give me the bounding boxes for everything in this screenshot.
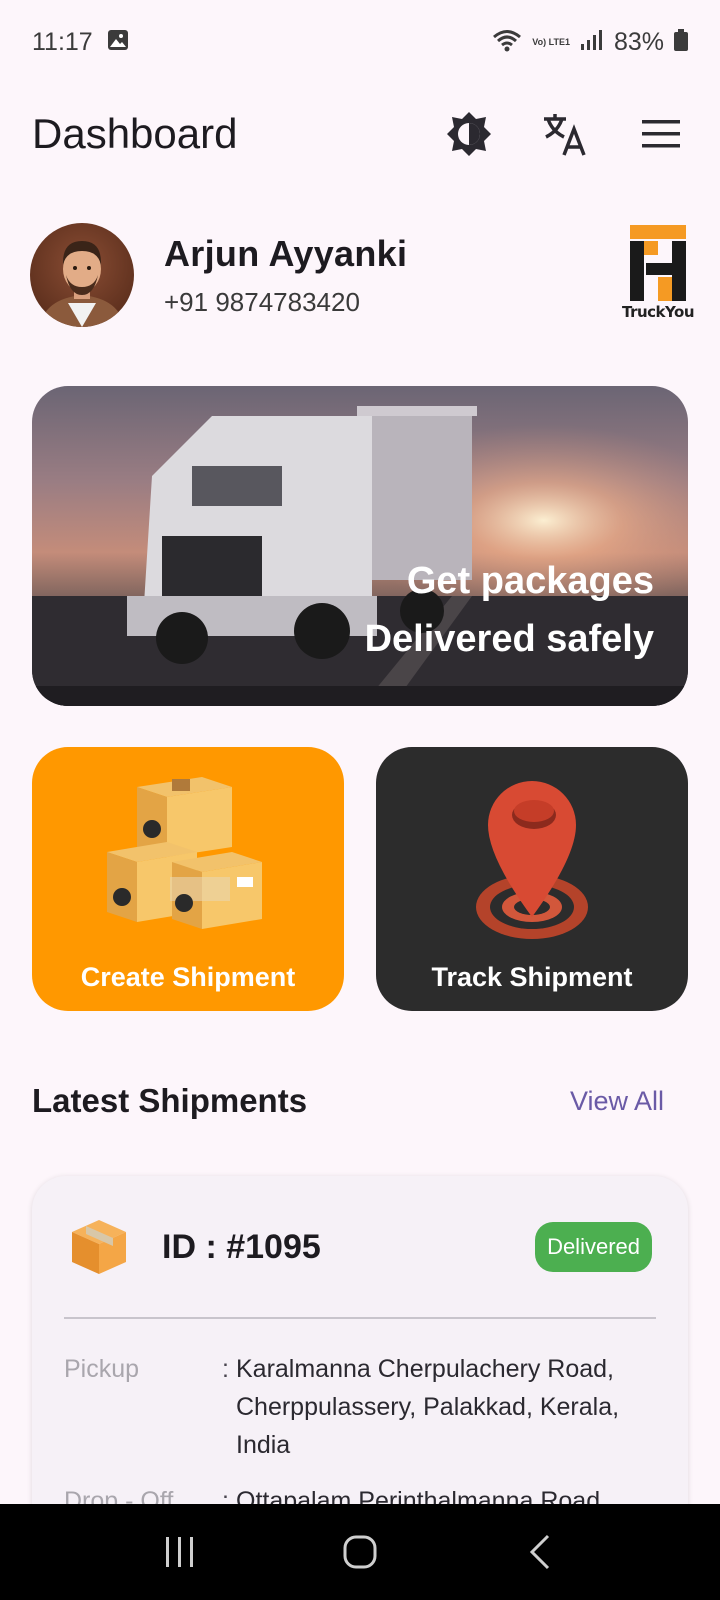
shipment-card[interactable]: ID : #1095 Delivered Pickup : Karalmanna… bbox=[32, 1176, 688, 1536]
system-nav-bar bbox=[0, 1504, 720, 1600]
volte-label: Vo) LTE1 bbox=[532, 36, 570, 47]
package-icon bbox=[68, 1214, 130, 1281]
brightness-icon[interactable] bbox=[442, 107, 496, 161]
pickup-row: Pickup : Karalmanna Cherpulachery Road, … bbox=[64, 1350, 646, 1464]
gallery-notification-icon bbox=[107, 29, 129, 56]
view-all-link[interactable]: View All bbox=[570, 1086, 664, 1117]
status-bar: 11:17 Vo) LTE1 83% bbox=[0, 0, 720, 84]
app-bar: Dashboard bbox=[0, 84, 720, 184]
track-shipment-button[interactable]: Track Shipment bbox=[376, 747, 688, 1011]
back-icon[interactable] bbox=[510, 1522, 570, 1582]
battery-icon bbox=[674, 28, 688, 56]
page-title: Dashboard bbox=[32, 110, 238, 157]
profile-name: Arjun Ayyanki bbox=[164, 232, 408, 274]
wifi-icon bbox=[492, 28, 522, 57]
create-shipment-button[interactable]: Create Shipment bbox=[32, 747, 344, 1011]
battery-percent: 83% bbox=[613, 27, 664, 56]
profile-section: Arjun Ayyanki +91 9874783420 TruckYou bbox=[30, 222, 695, 328]
menu-icon[interactable] bbox=[634, 107, 688, 161]
track-shipment-label: Track Shipment bbox=[431, 962, 633, 992]
boxes-icon bbox=[107, 777, 262, 929]
status-badge: Delivered bbox=[535, 1222, 652, 1272]
recents-icon[interactable] bbox=[150, 1522, 210, 1582]
avatar[interactable] bbox=[30, 223, 134, 327]
quick-actions: Create Shipment Track Shipment bbox=[32, 747, 688, 1011]
signal-icon bbox=[580, 29, 604, 56]
brand-logo: TruckYou bbox=[622, 225, 695, 325]
status-time: 11:17 bbox=[32, 27, 93, 56]
location-pin-icon bbox=[476, 781, 588, 939]
shipment-card-header: ID : #1095 Delivered bbox=[68, 1212, 652, 1282]
latest-shipments-header: Latest Shipments View All bbox=[32, 1082, 664, 1120]
profile-phone: +91 9874783420 bbox=[164, 286, 360, 317]
hero-tagline: Get packages Delivered safely bbox=[365, 552, 654, 668]
hero-line-1: Get packages bbox=[406, 560, 654, 602]
shipment-id: ID : #1095 bbox=[162, 1227, 321, 1266]
create-shipment-label: Create Shipment bbox=[80, 962, 296, 992]
home-icon[interactable] bbox=[330, 1522, 390, 1582]
divider bbox=[64, 1317, 656, 1319]
brand-name: TruckYou bbox=[622, 303, 695, 321]
translate-icon[interactable] bbox=[538, 107, 592, 161]
hero-line-2: Delivered safely bbox=[364, 618, 654, 660]
hero-banner[interactable]: Get packages Delivered safely bbox=[32, 386, 688, 706]
pickup-label: Pickup bbox=[64, 1355, 140, 1383]
section-title: Latest Shipments bbox=[32, 1082, 308, 1119]
pickup-address: Karalmanna Cherpulachery Road, Cherppula… bbox=[236, 1355, 620, 1459]
